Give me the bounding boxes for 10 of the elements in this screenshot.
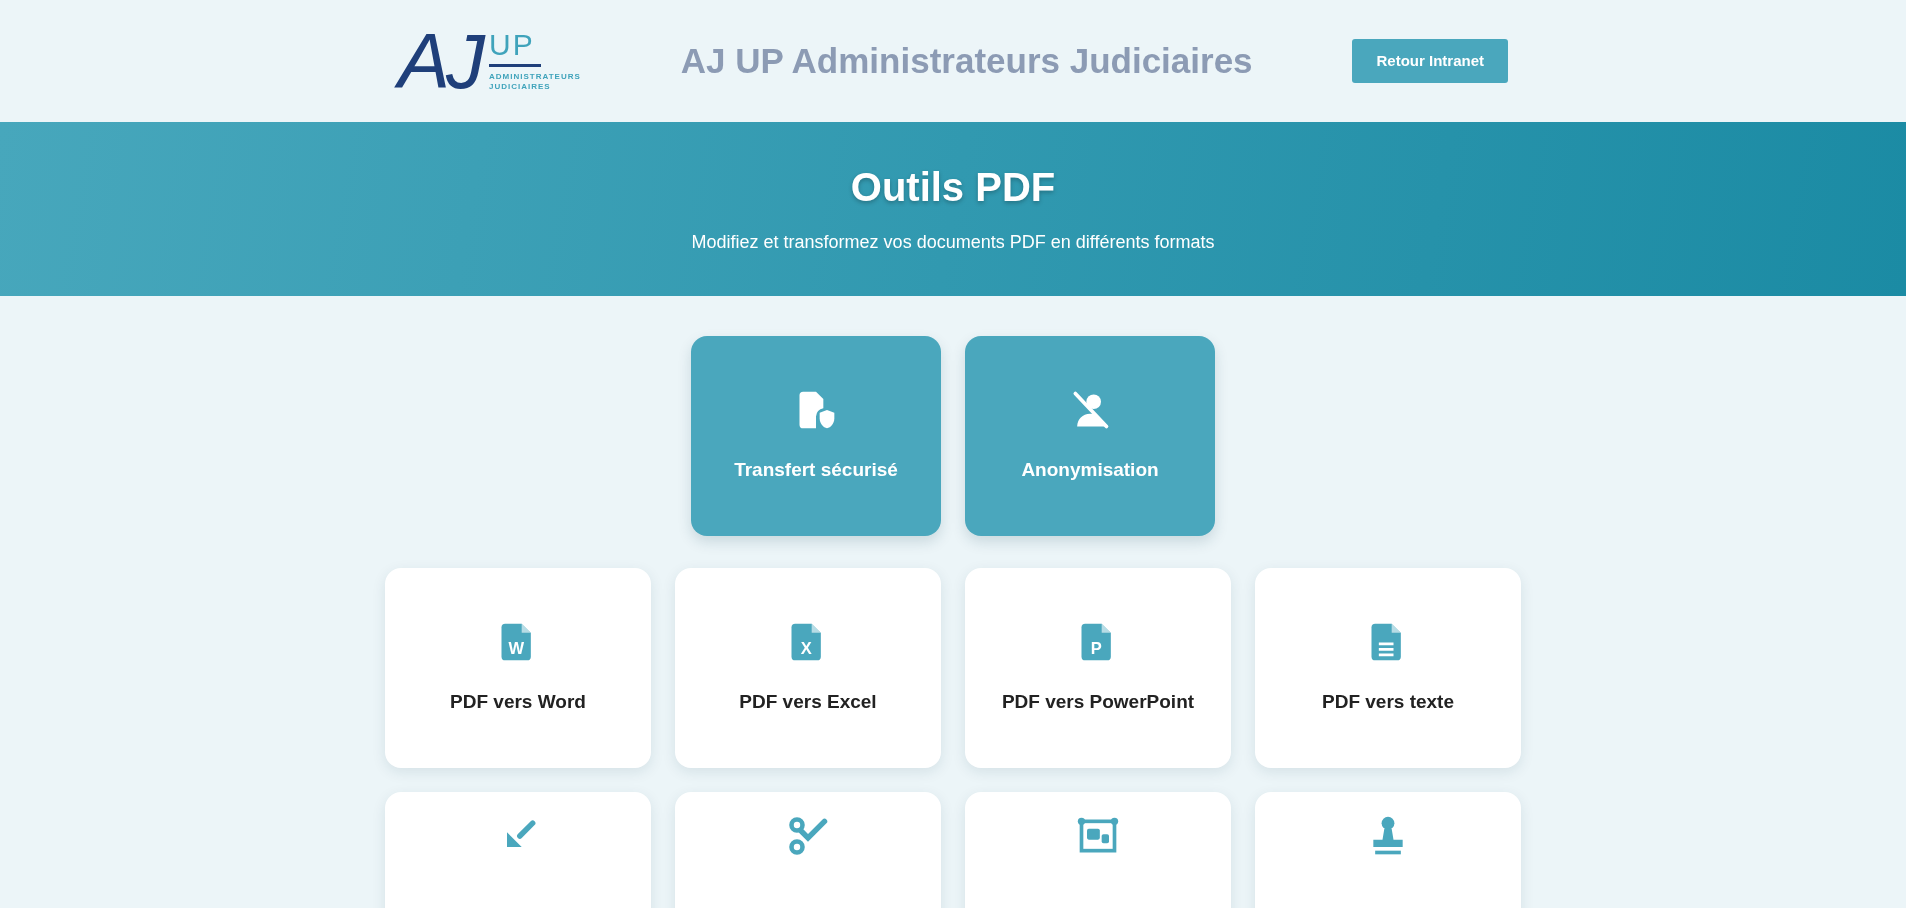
logo-tagline: JUDICIAIRES [489,82,552,92]
page-title: Outils PDF [850,163,1056,211]
logo-tagline: ADMINISTRATEURS [489,72,581,82]
tool-card[interactable]: X PDF vers Excel [675,568,941,769]
tool-card[interactable]: W PDF vers Word [385,568,651,769]
logo-text: UP [489,30,536,61]
tool-card[interactable]: P PDF vers PowerPoint [965,568,1231,769]
tool-card[interactable]: PDF vers texte [1255,568,1521,769]
page-subtitle: Modifiez et transformez vos documents PDF en différents formats [691,230,1215,254]
site-title: AJ UP Administrateurs Judiciaires [680,40,1253,82]
